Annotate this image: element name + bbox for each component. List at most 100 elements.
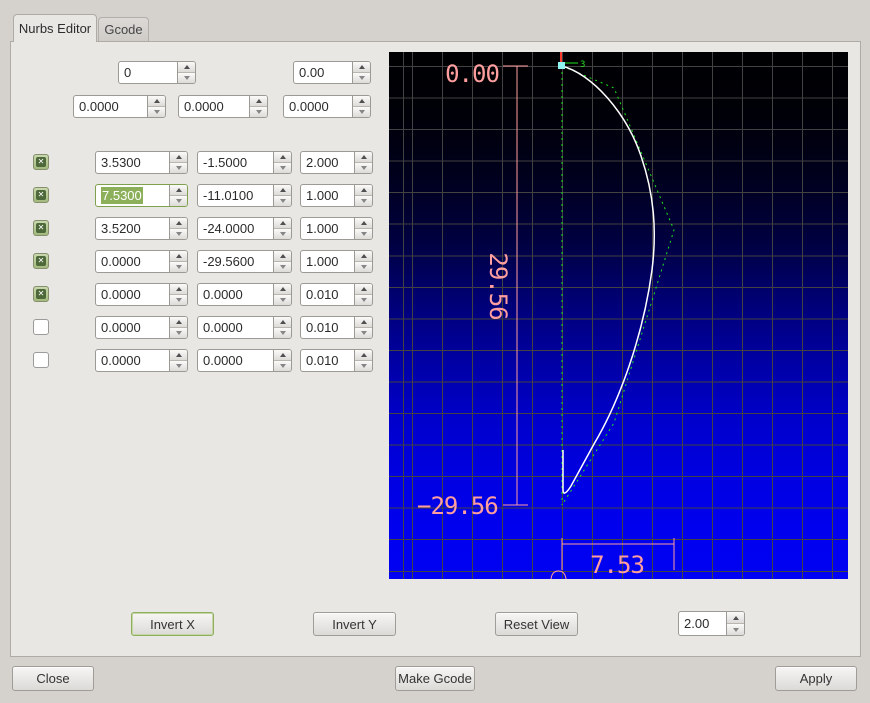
spin-down-button[interactable] <box>170 196 187 206</box>
spin-up-button[interactable] <box>274 152 291 163</box>
spin-up-button[interactable] <box>170 350 187 361</box>
rapid-z-spin[interactable]: 0.0000 <box>283 95 371 118</box>
row-0-y-spin[interactable]: -1.5000 <box>197 151 292 174</box>
reset-view-button[interactable]: Reset View <box>495 612 578 636</box>
row-1-y-entry[interactable]: -11.0100 <box>198 185 273 206</box>
row-3-weight-spin[interactable]: 1.000 <box>300 250 373 273</box>
spin-up-button[interactable] <box>178 62 195 73</box>
spin-down-button[interactable] <box>170 262 187 272</box>
feed-entry[interactable]: 0.00 <box>294 62 352 83</box>
row-0-x-entry[interactable]: 3.5300 <box>96 152 169 173</box>
spin-up-button[interactable] <box>274 251 291 262</box>
spin-up-button[interactable] <box>355 350 372 361</box>
spin-up-button[interactable] <box>170 251 187 262</box>
tool-spin[interactable]: 0 <box>118 61 196 84</box>
row-1-enable-checkbox[interactable]: ✕ <box>33 187 49 203</box>
spin-up-button[interactable] <box>274 284 291 295</box>
spin-down-button[interactable] <box>355 196 372 206</box>
row-3-enable-checkbox[interactable]: ✕ <box>33 253 49 269</box>
row-0-enable-checkbox[interactable]: ✕ <box>33 154 49 170</box>
invert-y-button[interactable]: Invert Y <box>313 612 396 636</box>
row-0-weight-entry[interactable]: 2.000 <box>301 152 354 173</box>
origin-point-marker[interactable] <box>558 62 565 69</box>
invert-x-button[interactable]: Invert X <box>131 612 214 636</box>
spin-up-button[interactable] <box>148 96 165 107</box>
spin-up-button[interactable] <box>170 218 187 229</box>
spin-down-button[interactable] <box>170 328 187 338</box>
spin-down-button[interactable] <box>148 107 165 117</box>
rapid-z-entry[interactable]: 0.0000 <box>284 96 352 117</box>
row-2-x-entry[interactable]: 3.5200 <box>96 218 169 239</box>
row-3-y-spin[interactable]: -29.5600 <box>197 250 292 273</box>
row-4-weight-spin[interactable]: 0.010 <box>300 283 373 306</box>
row-5-x-spin[interactable]: 0.0000 <box>95 316 188 339</box>
row-0-weight-spin[interactable]: 2.000 <box>300 151 373 174</box>
spin-down-button[interactable] <box>355 262 372 272</box>
spin-down-button[interactable] <box>170 295 187 305</box>
rapid-x-entry[interactable]: 0.0000 <box>74 96 147 117</box>
tab-nurbs-editor[interactable]: Nurbs Editor <box>13 14 97 42</box>
spin-up-button[interactable] <box>170 284 187 295</box>
rapid-x-spin[interactable]: 0.0000 <box>73 95 166 118</box>
spin-up-button[interactable] <box>355 284 372 295</box>
tool-entry[interactable]: 0 <box>119 62 177 83</box>
spin-up-button[interactable] <box>274 218 291 229</box>
spin-up-button[interactable] <box>355 185 372 196</box>
rapid-y-entry[interactable]: 0.0000 <box>179 96 249 117</box>
row-0-x-spin[interactable]: 3.5300 <box>95 151 188 174</box>
row-3-x-entry[interactable]: 0.0000 <box>96 251 169 272</box>
row-2-y-spin[interactable]: -24.0000 <box>197 217 292 240</box>
spin-down-button[interactable] <box>274 328 291 338</box>
row-4-x-spin[interactable]: 0.0000 <box>95 283 188 306</box>
spin-down-button[interactable] <box>178 73 195 83</box>
spin-down-button[interactable] <box>355 361 372 371</box>
row-5-enable-checkbox[interactable]: ✕ <box>33 319 49 335</box>
spin-up-button[interactable] <box>727 612 744 624</box>
spin-up-button[interactable] <box>250 96 267 107</box>
row-6-weight-entry[interactable]: 0.010 <box>301 350 354 371</box>
row-4-x-entry[interactable]: 0.0000 <box>96 284 169 305</box>
spin-up-button[interactable] <box>170 152 187 163</box>
spin-down-button[interactable] <box>170 361 187 371</box>
row-5-y-spin[interactable]: 0.0000 <box>197 316 292 339</box>
spin-down-button[interactable] <box>355 229 372 239</box>
row-6-x-spin[interactable]: 0.0000 <box>95 349 188 372</box>
row-1-x-spin[interactable]: 7.5300 <box>95 184 188 207</box>
row-2-y-entry[interactable]: -24.0000 <box>198 218 273 239</box>
spin-up-button[interactable] <box>170 185 187 196</box>
nurbs-preview-canvas[interactable]: 3 0.00 29.56 −29.56 7.53 <box>389 52 848 579</box>
row-6-y-spin[interactable]: 0.0000 <box>197 349 292 372</box>
row-5-y-entry[interactable]: 0.0000 <box>198 317 273 338</box>
row-2-weight-spin[interactable]: 1.000 <box>300 217 373 240</box>
row-2-enable-checkbox[interactable]: ✕ <box>33 220 49 236</box>
spin-up-button[interactable] <box>274 350 291 361</box>
tab-gcode[interactable]: Gcode <box>98 17 149 42</box>
row-1-weight-entry[interactable]: 1.000 <box>301 185 354 206</box>
row-2-x-spin[interactable]: 3.5200 <box>95 217 188 240</box>
rapid-y-spin[interactable]: 0.0000 <box>178 95 268 118</box>
row-3-weight-entry[interactable]: 1.000 <box>301 251 354 272</box>
spin-down-button[interactable] <box>274 295 291 305</box>
row-1-weight-spin[interactable]: 1.000 <box>300 184 373 207</box>
apply-button[interactable]: Apply <box>775 666 857 691</box>
spin-down-button[interactable] <box>274 361 291 371</box>
row-1-y-spin[interactable]: -11.0100 <box>197 184 292 207</box>
scale-entry[interactable]: 2.00 <box>679 612 726 635</box>
spin-up-button[interactable] <box>355 317 372 328</box>
row-1-x-entry[interactable]: 7.5300 <box>96 185 169 206</box>
spin-up-button[interactable] <box>274 185 291 196</box>
row-6-enable-checkbox[interactable]: ✕ <box>33 352 49 368</box>
row-4-y-spin[interactable]: 0.0000 <box>197 283 292 306</box>
row-4-y-entry[interactable]: 0.0000 <box>198 284 273 305</box>
spin-down-button[interactable] <box>355 328 372 338</box>
make-gcode-button[interactable]: Make Gcode <box>395 666 475 691</box>
row-6-weight-spin[interactable]: 0.010 <box>300 349 373 372</box>
spin-down-button[interactable] <box>727 624 744 635</box>
spin-down-button[interactable] <box>355 163 372 173</box>
row-4-enable-checkbox[interactable]: ✕ <box>33 286 49 302</box>
row-0-y-entry[interactable]: -1.5000 <box>198 152 273 173</box>
row-5-weight-spin[interactable]: 0.010 <box>300 316 373 339</box>
spin-down-button[interactable] <box>355 295 372 305</box>
row-3-y-entry[interactable]: -29.5600 <box>198 251 273 272</box>
row-5-weight-entry[interactable]: 0.010 <box>301 317 354 338</box>
